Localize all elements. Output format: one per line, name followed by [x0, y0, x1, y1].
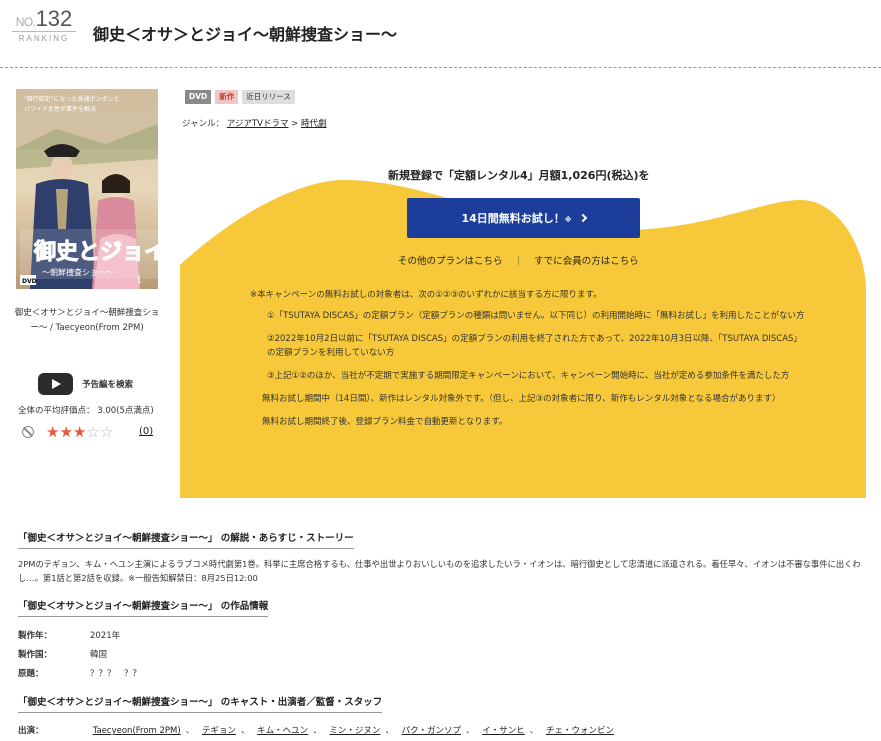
star-filled-icon[interactable]: ★	[59, 423, 72, 441]
cast-link[interactable]: テギョン	[202, 726, 236, 736]
ranking-badge: NO. 132 RANKING	[12, 8, 76, 43]
cast-heading: 「御史＜オサ＞とジョイ〜朝鮮捜査ショー〜」 のキャスト・出演者／監督・スタッフ	[18, 694, 383, 713]
trailer-search-button[interactable]: 予告編を検索	[38, 373, 133, 395]
cast-sep: 、	[240, 726, 250, 736]
synopsis-text: 2PMのテギョン、キム・ヘユン主演によるラブコメ時代劇第1巻。科挙に主席合格する…	[18, 559, 861, 583]
cast-label: 出演：	[18, 726, 44, 736]
tag-dvd: DVD	[185, 90, 212, 104]
info-value: 2021年	[90, 631, 121, 641]
info-value: 韓国	[90, 650, 108, 660]
average-rating: 全体の平均評価点： 3.00(5点満点)	[18, 406, 154, 416]
note-renew: 無料お試し期間終了後、登録プラン料金で自動更新となります。	[262, 417, 508, 427]
genre-link-period[interactable]: 時代劇	[301, 119, 327, 129]
tag-new: 新作	[215, 90, 239, 104]
free-trial-button[interactable]: 14日間無料お試し！ ※	[407, 198, 640, 238]
free-trial-label: 14日間無料お試し！	[461, 212, 565, 225]
rating-row: ★★★☆☆ (0)	[22, 423, 157, 442]
cast-link[interactable]: Taecyeon(From 2PM)	[93, 726, 181, 736]
tag-list: DVD 新作 近日リリース	[185, 90, 295, 104]
cast-link[interactable]: ミン・ジヌン	[329, 726, 380, 736]
cast-sep: 、	[465, 726, 475, 736]
review-count[interactable]: (0)	[139, 426, 153, 437]
free-trial-note-mark: ※	[564, 216, 572, 224]
genre-link-asia-tv[interactable]: アジアTVドラマ	[227, 119, 289, 129]
plan-links-sep: ｜	[513, 256, 524, 267]
cast-sep: 、	[529, 726, 539, 736]
cast-sep: 、	[313, 726, 322, 736]
genre-label: ジャンル：	[182, 119, 225, 129]
tag-recent: 近日リリース	[242, 90, 295, 104]
campaign-notes: ※本キャンペーンの無料お試しの対象者は、次の①②③のいずれかに該当する方に限りま…	[250, 288, 810, 438]
condition-3: ③上記①②のほか、当社が不定期で実施する期間限定キャンペーンにおいて、キャンペー…	[267, 371, 790, 381]
ranking-number: 132	[35, 6, 73, 31]
condition-2: ②2022年10月2日以前に「TSUTAYA DISCAS」の定額プランの利用を…	[267, 334, 802, 358]
chevron-right-icon	[578, 213, 587, 223]
info-key: 製作国：	[18, 650, 53, 660]
cast-link[interactable]: パク・ガンソプ	[402, 726, 461, 736]
cover-caption: 御史＜オサ＞とジョイ〜朝鮮捜査ショー〜 / Taecyeon(From 2PM)	[14, 308, 160, 333]
rating-stars[interactable]: ★★★☆☆	[46, 423, 113, 441]
info-value: ？？？ ？？	[90, 669, 142, 679]
ranking-divider	[12, 31, 76, 32]
cast-link[interactable]: チェ・ウォンビン	[546, 726, 614, 736]
info-key: 製作年：	[18, 631, 53, 641]
svg-text:〜朝鮮捜査ショー〜: 〜朝鮮捜査ショー〜	[42, 267, 114, 277]
info-heading: 「御史＜オサ＞とジョイ〜朝鮮捜査ショー〜」 の作品情報	[18, 598, 269, 617]
synopsis-heading: 「御史＜オサ＞とジョイ〜朝鮮捜査ショー〜」 の解説・あらすじ・ストーリー	[18, 530, 354, 549]
plan-links: その他のプランはこちら ｜ すでに会員の方はこちら	[398, 253, 639, 267]
campaign-headline: 新規登録で「定額レンタル4」月額1,026円(税込)を	[388, 169, 650, 182]
youtube-play-icon	[38, 373, 73, 395]
cover-image[interactable]: 御史とジョイ 〜朝鮮捜査ショー〜 "暗行御史"になった食通ボンボンと バツイチ女…	[16, 89, 158, 289]
ban-icon[interactable]	[22, 426, 34, 438]
info-row-year: 製作年： 2021年	[18, 629, 120, 641]
member-login-link[interactable]: すでに会員の方はこちら	[534, 256, 639, 267]
svg-text:DVD: DVD	[22, 278, 37, 285]
cast-sep: 、	[385, 726, 394, 736]
info-key: 原題：	[18, 669, 44, 679]
note-period: 無料お試し期間中（14日間）、新作はレンタル対象外です。（但し、上記③の対象者に…	[262, 394, 781, 404]
genre-sep: >	[291, 119, 299, 129]
svg-text:御史とジョイ: 御史とジョイ	[33, 239, 158, 265]
svg-text:バツイチ女性が事件を解決: バツイチ女性が事件を解決	[24, 105, 96, 113]
star-filled-icon[interactable]: ★	[46, 423, 59, 441]
info-row-country: 製作国： 韓国	[18, 648, 107, 660]
star-empty-icon[interactable]: ☆	[86, 423, 99, 441]
header-divider	[0, 67, 881, 68]
cast-sep: 、	[185, 726, 195, 736]
cast-link[interactable]: イ・サンヒ	[482, 726, 525, 736]
ranking-label: RANKING	[18, 34, 70, 43]
svg-text:"暗行御史"になった食通ボンボンと: "暗行御史"になった食通ボンボンと	[24, 95, 120, 103]
ranking-no-label: NO.	[15, 15, 36, 29]
other-plans-link[interactable]: その他のプランはこちら	[398, 256, 503, 267]
star-empty-icon[interactable]: ☆	[100, 423, 113, 441]
condition-1: ①「TSUTAYA DISCAS」の定額プラン（定額プランの種類は問いません。以…	[267, 311, 805, 321]
star-filled-icon[interactable]: ★	[73, 423, 86, 441]
trailer-label: 予告編を検索	[82, 380, 134, 390]
svg-text:1: 1	[136, 275, 142, 286]
cast-row: 出演： Taecyeon(From 2PM)、 テギョン、 キム・ヘユン、 ミン…	[18, 724, 614, 736]
genre-breadcrumb: ジャンル： アジアTVドラマ > 時代劇	[182, 117, 327, 129]
page-title: 御史＜オサ＞とジョイ〜朝鮮捜査ショー〜	[93, 25, 398, 44]
info-row-original-title: 原題： ？？？ ？？	[18, 667, 141, 679]
cast-link[interactable]: キム・ヘユン	[257, 726, 308, 736]
note-lead: ※本キャンペーンの無料お試しの対象者は、次の①②③のいずれかに該当する方に限りま…	[250, 290, 602, 300]
